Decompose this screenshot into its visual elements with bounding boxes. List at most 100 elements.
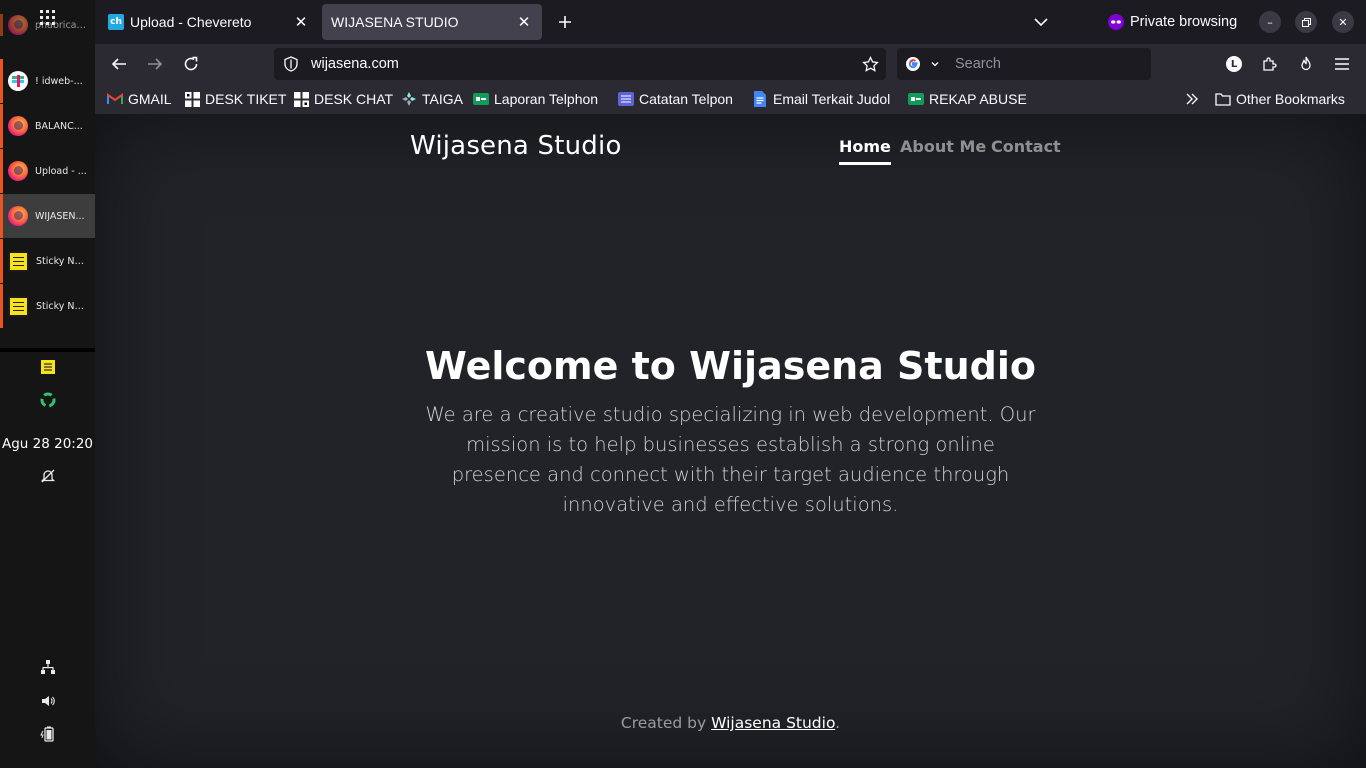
hero-heading: Welcome to Wijasena Studio (425, 344, 1036, 388)
flame-icon (1301, 56, 1311, 71)
network-icon[interactable] (0, 659, 95, 675)
back-button[interactable] (105, 50, 133, 78)
page-content: Wijasena Studio Home About Me Contact We… (95, 114, 1366, 768)
sheets-icon (908, 91, 924, 107)
close-tab-icon[interactable]: ✕ (515, 13, 533, 31)
google-icon (906, 57, 920, 71)
nav-about-me-link[interactable]: About Me (900, 137, 986, 162)
private-mask-icon (1108, 14, 1124, 30)
bookmark-desk-chat[interactable]: DESK CHAT (293, 89, 393, 109)
tab-title: WIJASENA STUDIO (331, 14, 459, 30)
reload-icon (184, 56, 198, 71)
desk-icon (184, 91, 200, 107)
new-tab-button[interactable] (553, 10, 577, 34)
footer-credit-link[interactable]: Wijasena Studio (711, 714, 835, 732)
taskbar-item-upload[interactable]: Upload - ... (0, 149, 95, 193)
app-menu-button[interactable] (1328, 50, 1356, 78)
bookmark-label: Catatan Telpon (639, 91, 733, 107)
nav-home-link[interactable]: Home (839, 137, 891, 165)
bookmarks-overflow-button[interactable] (1185, 89, 1199, 109)
bookmark-rekap-abuse[interactable]: REKAP ABUSE (908, 89, 1027, 109)
close-tab-icon[interactable]: ✕ (292, 13, 310, 31)
taskbar-item-label: Sticky No... (36, 255, 88, 267)
recycle-icon[interactable] (0, 391, 95, 409)
bookmark-taiga[interactable]: TAIGA (401, 89, 463, 109)
taskbar-divider (0, 348, 95, 352)
search-input[interactable] (955, 48, 1145, 80)
taskbar-item-slack[interactable]: ! idweb-... (0, 59, 95, 103)
tab-title: Upload - Chevereto (130, 14, 252, 30)
firefox-icon (8, 116, 28, 136)
bookmark-catatan-telpon[interactable]: Catatan Telpon (618, 89, 733, 109)
address-bar[interactable]: wijasena.com (274, 48, 886, 80)
bookmark-gmail[interactable]: GMAIL (107, 89, 172, 109)
bookmark-label: REKAP ABUSE (929, 91, 1027, 107)
clock[interactable]: Agu 28 20:20 (0, 436, 95, 452)
bookmark-label: TAIGA (422, 91, 463, 107)
gmail-icon (107, 91, 123, 107)
plus-icon (559, 16, 571, 28)
private-browsing-indicator: Private browsing (1108, 12, 1237, 32)
taskbar-item-label: phabricator (35, 19, 87, 31)
close-icon: ✕ (1338, 15, 1348, 29)
bookmark-label: DESK TIKET (205, 91, 287, 107)
bookmark-label: DESK CHAT (314, 91, 394, 107)
taskbar-item-sticky-notes[interactable]: Sticky No... (0, 239, 95, 283)
extensions-button[interactable] (1256, 50, 1284, 78)
bookmark-email-terkait-judol[interactable]: Email Terkait Judol (752, 89, 890, 109)
list-all-tabs-button[interactable] (1031, 12, 1051, 32)
account-button[interactable]: L (1220, 50, 1248, 78)
search-bar[interactable] (897, 48, 1151, 80)
forward-button[interactable] (141, 50, 169, 78)
taskbar-item-phabricator[interactable]: phabricator (0, 14, 95, 36)
bookmark-desk-tiket[interactable]: DESK TIKET (184, 89, 286, 109)
reload-button[interactable] (177, 50, 205, 78)
tab-wijasena-studio[interactable]: WIJASENA STUDIO ✕ (322, 4, 542, 40)
taskbar-item-label: Upload - ... (35, 165, 87, 177)
taskbar-item-balance[interactable]: BALANC... (0, 104, 95, 148)
firefox-icon (8, 206, 28, 226)
minimize-button[interactable]: – (1259, 11, 1281, 33)
footer-suffix: . (835, 714, 841, 732)
chevron-down-icon[interactable] (930, 59, 940, 69)
arrow-right-icon (148, 58, 163, 70)
folder-icon (1215, 91, 1231, 107)
bookmarks-toolbar: GMAIL DESK TIKET DESK CHAT TAIGA Laporan… (95, 84, 1366, 114)
firefox-icon (8, 15, 28, 35)
hero-description: We are a creative studio specializing in… (425, 403, 1036, 516)
other-bookmarks-folder[interactable]: Other Bookmarks (1215, 89, 1345, 109)
maximize-button[interactable] (1295, 11, 1317, 33)
forget-button[interactable] (1292, 50, 1320, 78)
nav-contact-link[interactable]: Contact (991, 137, 1061, 162)
star-icon[interactable] (862, 55, 879, 73)
taskbar-item-sticky-notes-2[interactable]: Sticky No... (0, 284, 95, 328)
firefox-icon (8, 161, 28, 181)
taskbar-item-label: WIJASEN... (35, 210, 85, 222)
tab-strip: ch Upload - Chevereto ✕ WIJASENA STUDIO … (95, 0, 1366, 44)
notes-icon (618, 91, 634, 107)
desk-icon (293, 91, 309, 107)
url-text[interactable]: wijasena.com (311, 56, 399, 72)
sheets-icon (473, 91, 489, 107)
sticky-notes-tray-icon[interactable] (0, 360, 95, 374)
notifications-muted-icon[interactable] (0, 468, 95, 484)
taskbar-item-label: BALANC... (35, 120, 83, 132)
shield-icon (284, 56, 298, 72)
slack-icon (8, 71, 28, 91)
site-brand[interactable]: Wijasena Studio (410, 131, 622, 161)
taskbar-item-wijasena[interactable]: WIJASEN... (0, 194, 95, 238)
double-chevron-right-icon (1186, 93, 1198, 105)
taiga-icon (401, 91, 417, 107)
battery-icon[interactable] (0, 726, 95, 742)
volume-icon[interactable] (0, 693, 95, 709)
arrow-left-icon (111, 58, 126, 70)
account-avatar: L (1226, 56, 1242, 72)
taskbar-item-label: ! idweb-... (35, 75, 83, 87)
sticky-notes-icon (8, 250, 29, 272)
tab-upload-chevereto[interactable]: ch Upload - Chevereto ✕ (99, 4, 319, 40)
taskbar-item-label: Sticky No... (36, 300, 88, 312)
other-bookmarks-label: Other Bookmarks (1236, 91, 1345, 107)
close-window-button[interactable]: ✕ (1332, 11, 1354, 33)
restore-icon (1301, 17, 1311, 27)
bookmark-laporan-telphon[interactable]: Laporan Telphon (473, 89, 598, 109)
